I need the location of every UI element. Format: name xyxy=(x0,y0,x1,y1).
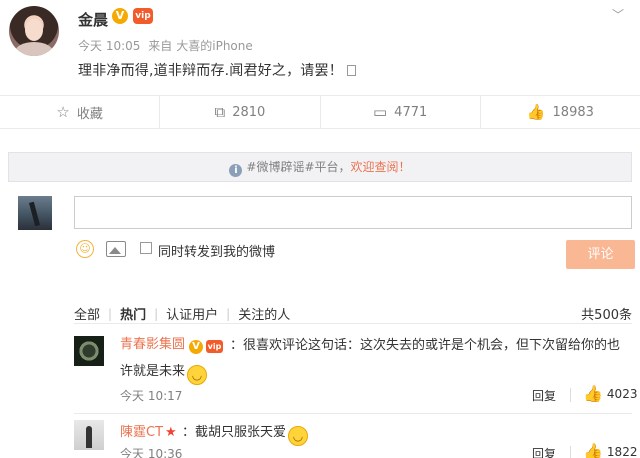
notice-link[interactable]: 欢迎查阅！ xyxy=(351,160,411,174)
reply-button[interactable]: 回复 xyxy=(532,387,556,404)
member-badge-icon[interactable]: vip xyxy=(133,8,153,24)
post-text-content: 理非净而得,道非辩而存.闻君好之，请罢！ xyxy=(78,63,343,79)
tab-hot[interactable]: 热门 xyxy=(112,304,154,323)
post-meta: 今天 10:05 来自 大喜的iPhone xyxy=(78,37,257,54)
forward-label[interactable]: 同时转发到我的微博 xyxy=(158,241,275,260)
comment-text-line1: ：截胡只服张天爱 xyxy=(182,425,287,440)
emoji-icon[interactable]: ☺ xyxy=(76,240,94,258)
thumb-up-icon: 👍 xyxy=(526,103,546,121)
thumb-up-icon: 👍 xyxy=(583,442,603,458)
post-source[interactable]: 大喜的iPhone xyxy=(176,39,253,53)
weibo-post-card: 金晨 V vip ﹀ 今天 10:05 来自 大喜的iPhone 理非净而得,道非… xyxy=(0,0,640,458)
star-outline-icon: ☆ xyxy=(56,103,70,121)
comment-time: 今天 10:36 xyxy=(120,447,183,458)
action-bar: ☆ 收藏 ⧉ 2810 ▭ 4771 👍 18983 xyxy=(0,95,640,129)
rumor-notice: i #微博辟谣#平台，欢迎查阅！ xyxy=(8,152,632,182)
commenter-name-text[interactable]: 陳霆CT xyxy=(120,425,163,440)
action-divider xyxy=(570,388,571,402)
repost-button[interactable]: ⧉ 2810 xyxy=(160,96,321,128)
favorite-button[interactable]: ☆ 收藏 xyxy=(0,96,161,128)
post-text: 理非净而得,道非辩而存.闻君好之，请罢！ xyxy=(78,60,356,80)
repost-count: 2810 xyxy=(232,104,266,120)
comment-text-continued: 许就是未来 ◡ xyxy=(120,360,208,385)
comment-text: ：很喜欢评论这句话：这次失去的或许是个机会，但下次留给你的也 xyxy=(230,338,621,353)
forward-checkbox[interactable] xyxy=(140,242,152,254)
comment-text-line2: 许就是未来 xyxy=(120,364,186,379)
tab-verified-users[interactable]: 认证用户 xyxy=(158,304,226,323)
tab-following[interactable]: 关注的人 xyxy=(230,304,298,323)
comment-button[interactable]: ▭ 4771 xyxy=(321,96,481,128)
missing-glyph-icon xyxy=(346,65,356,76)
like-button[interactable]: 👍 18983 xyxy=(481,96,640,128)
author-name[interactable]: 金晨 xyxy=(78,9,108,30)
post-time[interactable]: 今天 10:05 xyxy=(78,39,140,53)
favorite-label: 收藏 xyxy=(76,106,103,122)
post-source-prefix: 来自 xyxy=(148,39,173,53)
submit-comment-button[interactable]: 评论 xyxy=(566,240,635,269)
like-count: 18983 xyxy=(552,104,594,120)
my-avatar[interactable] xyxy=(18,196,52,230)
comment-text: ：截胡只服张天爱 ◡ xyxy=(182,421,309,446)
comment-like-count: 4023 xyxy=(606,386,638,401)
comment-icon: ▭ xyxy=(372,103,388,121)
commenter-name: 青春影集圆 Vvip xyxy=(120,333,224,354)
avatar-face xyxy=(25,19,43,41)
chevron-down-icon[interactable]: ﹀ xyxy=(612,6,624,23)
member-badge-icon: vip xyxy=(206,340,224,353)
tabs-divider xyxy=(74,323,632,324)
commenter-avatar[interactable] xyxy=(74,420,104,450)
reply-button[interactable]: 回复 xyxy=(532,445,556,458)
comment-like-count: 1822 xyxy=(606,444,638,458)
commenter-name-text[interactable]: 青春影集圆 xyxy=(120,337,185,352)
info-icon: i xyxy=(229,164,243,177)
shy-emoji-icon: ◡ xyxy=(288,426,309,446)
comment-divider xyxy=(74,413,632,414)
tab-all[interactable]: 全部 xyxy=(74,304,108,323)
comment-like-button[interactable]: 👍 1822 xyxy=(583,442,637,458)
avatar-collar xyxy=(15,42,53,56)
author-avatar[interactable] xyxy=(9,6,59,56)
smile-emoji-icon: ◡ xyxy=(187,365,208,385)
comment-filter-tabs: 全部 | 热门 | 认证用户 | 关注的人 xyxy=(74,304,298,324)
commenter-name: 陳霆CT ★ xyxy=(120,421,177,440)
comment-count: 4771 xyxy=(394,104,428,120)
verified-badge-icon: V xyxy=(189,340,204,354)
verified-badge-icon[interactable]: V xyxy=(112,8,128,24)
comment-time: 今天 10:17 xyxy=(120,389,183,403)
comment-like-button[interactable]: 👍 4023 xyxy=(583,384,637,403)
action-divider xyxy=(570,446,571,458)
comment-input[interactable] xyxy=(74,196,632,229)
image-icon[interactable] xyxy=(106,241,126,257)
repost-icon: ⧉ xyxy=(214,103,226,121)
star-badge-icon: ★ xyxy=(165,425,177,440)
thumb-up-icon: 👍 xyxy=(583,384,603,403)
notice-text: #微博辟谣#平台， xyxy=(246,160,351,174)
commenter-avatar[interactable] xyxy=(74,336,104,366)
comment-total: 共500条 xyxy=(581,308,632,323)
